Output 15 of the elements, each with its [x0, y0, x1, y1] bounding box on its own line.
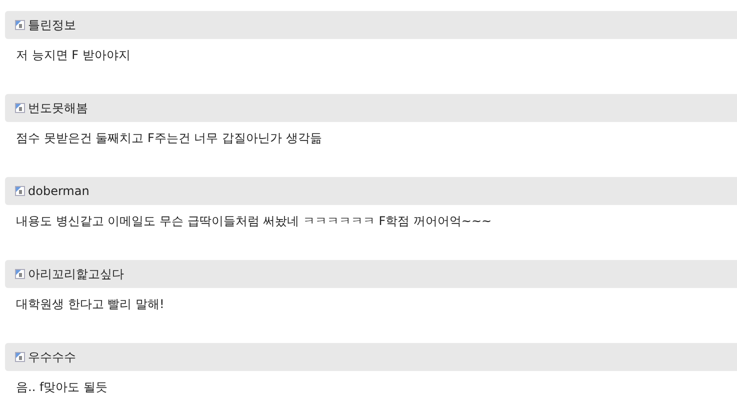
author-name[interactable]: 틀린정보	[28, 16, 76, 34]
level-icon	[15, 269, 25, 279]
author-name[interactable]: 아리꼬리핥고싶다	[28, 266, 124, 282]
author-name[interactable]: 번도못해봄	[28, 100, 88, 116]
author-name[interactable]: 우수수수	[28, 348, 76, 366]
level-icon	[15, 20, 25, 30]
comment-text: 음.. f맞아도 될듯	[15, 379, 108, 396]
comment-text: 내용도 병신같고 이메일도 무슨 급딱이들처럼 써놨네 ㅋㅋㅋㅋㅋㅋ F학점 꺼어어억~~~	[15, 213, 493, 230]
comment-text: 대학원생 한다고 빨리 말해!	[15, 296, 166, 313]
comment-text: 점수 못받은건 둘째치고 F주는건 너무 갑질아닌가 생각듦	[15, 130, 323, 147]
level-icon	[15, 103, 25, 113]
level-icon	[15, 352, 25, 362]
level-icon	[15, 186, 25, 196]
author-name[interactable]: doberman	[28, 184, 90, 198]
comment-text: 저 능지면 F 받아야지	[15, 47, 132, 64]
